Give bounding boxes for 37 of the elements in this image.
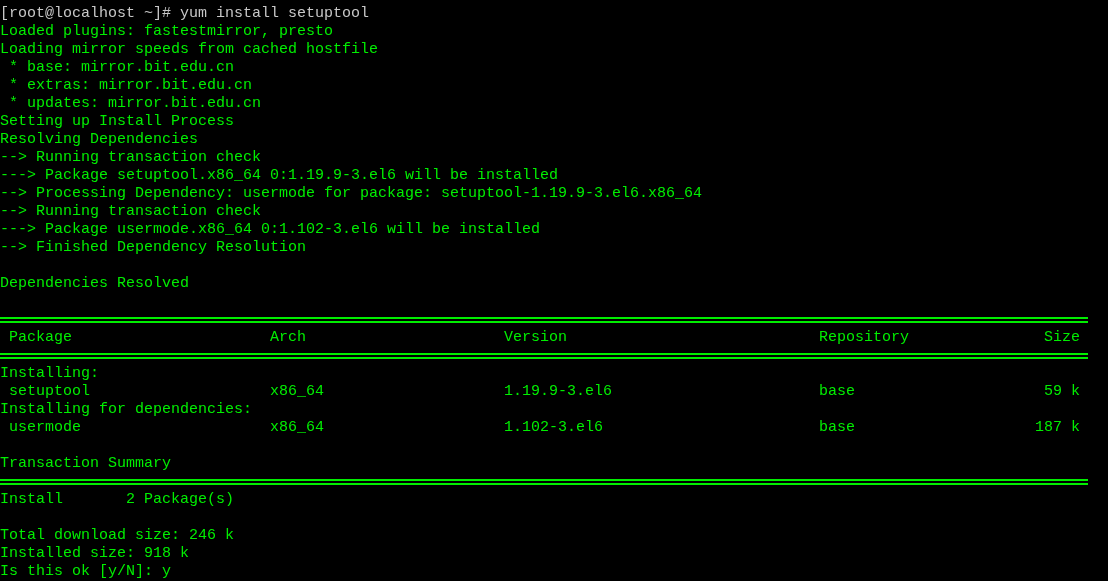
output-line: ---> Package setuptool.x86_64 0:1.19.9-3.el6 will be installed — [0, 167, 559, 185]
output-line: Loaded plugins: fastestmirror, presto — [0, 23, 334, 41]
output-line: Total download size: 246 k — [0, 527, 235, 545]
size-cell: 187 k — [1035, 419, 1081, 437]
repository-cell-text: base — [819, 383, 857, 401]
output-line: Install 2 Package(s) — [0, 491, 235, 509]
column-header: Repository — [819, 329, 911, 347]
column-header: Package — [9, 329, 73, 347]
output-line: --> Running transaction check — [0, 203, 262, 221]
output-line: Installed size: 918 k — [0, 545, 190, 563]
column-header: Size — [1044, 329, 1081, 347]
version-cell-text: 1.102-3.el6 — [504, 419, 605, 437]
output-line: Transaction Summary — [0, 455, 172, 473]
output-line: ---> Package usermode.x86_64 0:1.102-3.el6 will be installed — [0, 221, 541, 239]
output-line: Loading mirror speeds from cached hostfile — [0, 41, 379, 59]
output-line: * updates: mirror.bit.edu.cn — [8, 95, 262, 113]
arch-cell-text: x86_64 — [270, 383, 326, 401]
repository-cell-text: base — [819, 419, 857, 437]
package-cell-text: usermode — [9, 419, 82, 437]
size-cell: 59 k — [1044, 383, 1081, 401]
output-line: --> Finished Dependency Resolution — [0, 239, 307, 257]
version-cell-text: 1.19.9-3.el6 — [504, 383, 614, 401]
output-line: --> Processing Dependency: usermode for package: setuptool-1.19.9-3.el6.x86_64 — [0, 185, 703, 203]
output-line: Dependencies Resolved — [0, 275, 190, 293]
column-header: Arch — [270, 329, 308, 347]
output-line: Resolving Dependencies — [0, 131, 199, 149]
output-line: Is this ok [y/N]: y — [0, 563, 172, 581]
output-line: Installing: — [0, 365, 100, 383]
output-line: * extras: mirror.bit.edu.cn — [8, 77, 253, 95]
output-line: --> Running transaction check — [0, 149, 262, 167]
output-line: * base: mirror.bit.edu.cn — [8, 59, 235, 77]
package-cell-text: setuptool — [9, 383, 91, 401]
output-line: Setting up Install Process — [0, 113, 235, 131]
output-line: Installing for dependencies: — [0, 401, 253, 419]
command-prompt-line: [root@localhost ~]# yum install setuptool — [0, 5, 370, 23]
arch-cell-text: x86_64 — [270, 419, 326, 437]
column-header: Version — [504, 329, 569, 347]
